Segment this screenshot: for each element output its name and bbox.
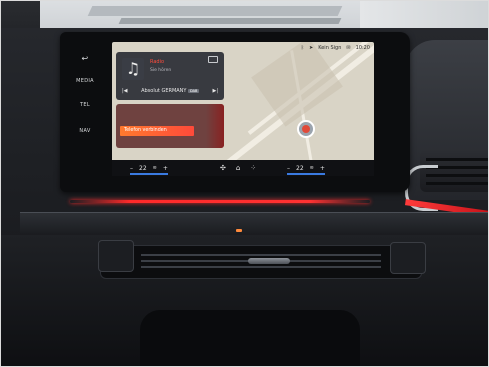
current-location-icon[interactable] — [297, 120, 315, 138]
widget-shade — [206, 104, 224, 148]
media-title: Radio — [150, 59, 165, 65]
media-widget[interactable]: ♫ Radio Sie hören |◀ Absolut GERMANY DAB… — [116, 52, 224, 100]
dashboard-trim — [20, 212, 489, 233]
temp-indicator — [287, 173, 325, 175]
back-arrow-icon[interactable]: ↩ — [60, 54, 110, 63]
right-temp-plus[interactable]: + — [320, 165, 325, 172]
rear-defrost-button[interactable] — [390, 242, 426, 274]
bluetooth-icon: ᛒ — [300, 45, 304, 51]
apps-grid-icon[interactable]: ⁘ — [250, 164, 256, 172]
station-tag: DAB — [188, 89, 199, 93]
menu-media[interactable]: MEDIA — [60, 78, 110, 84]
infotainment-display[interactable]: ᛒ ➤ Kein Sign ✉ 10:20 ♫ Radio Sie hören … — [112, 42, 374, 176]
seat-heat-icon[interactable]: ≋ — [310, 165, 314, 171]
status-bar: ᛒ ➤ Kein Sign ✉ 10:20 — [301, 45, 370, 51]
left-temp-minus[interactable]: – — [130, 165, 133, 172]
menu-nav[interactable]: NAV — [60, 128, 110, 134]
media-controls: |◀ Absolut GERMANY DAB ▶| — [122, 86, 218, 96]
hazard-button[interactable] — [236, 229, 242, 232]
menu-tel[interactable]: TEL — [60, 102, 110, 108]
garage-beam — [87, 6, 343, 16]
media-source: Absolut GERMANY DAB — [141, 88, 199, 94]
right-temp-minus[interactable]: – — [287, 165, 290, 172]
left-control-button[interactable] — [98, 240, 134, 272]
message-icon: ✉ — [346, 45, 351, 51]
music-note-icon: ♫ — [122, 58, 144, 80]
connect-phone-button[interactable]: Telefon verbinden — [120, 126, 194, 136]
garage-beam — [118, 18, 342, 24]
left-temp-value: 22 — [139, 164, 147, 172]
side-menu: ↩ MEDIA TEL NAV — [60, 40, 110, 190]
camera-icon[interactable] — [208, 56, 218, 63]
temp-indicator — [130, 173, 168, 175]
climate-shortcuts: ✣ ⌂ ⁘ — [220, 164, 256, 172]
clock: 10:20 — [355, 45, 370, 51]
previous-track-icon[interactable]: |◀ — [122, 88, 128, 94]
left-climate-zone: – 22 ≋ + — [130, 164, 168, 175]
car-interior-scene: ↩ MEDIA TEL NAV ᛒ ➤ Kein Sign ✉ 10:20 ♫ … — [0, 0, 489, 367]
console-tray — [140, 310, 360, 367]
signal-status: Kein Sign — [318, 45, 342, 51]
navigation-arrow-icon: ➤ — [309, 45, 314, 51]
right-climate-zone: – 22 ≋ + — [287, 164, 325, 175]
media-subtitle: Sie hören — [150, 68, 172, 73]
home-icon[interactable]: ⌂ — [236, 164, 240, 172]
left-temp-plus[interactable]: + — [163, 165, 168, 172]
seat-heat-icon[interactable]: ≋ — [153, 165, 157, 171]
station-name: Absolut GERMANY — [141, 88, 187, 94]
right-temp-value: 22 — [296, 164, 304, 172]
ambient-light-bar — [70, 200, 370, 203]
fan-icon[interactable]: ✣ — [220, 164, 226, 172]
phone-widget[interactable]: Telefon verbinden — [116, 104, 224, 148]
next-track-icon[interactable]: ▶| — [212, 88, 218, 94]
vent-adjust-knob[interactable] — [248, 258, 290, 264]
climate-bar: – 22 ≋ + ✣ ⌂ ⁘ – 22 ≋ + — [112, 160, 374, 176]
map-area — [251, 42, 343, 127]
